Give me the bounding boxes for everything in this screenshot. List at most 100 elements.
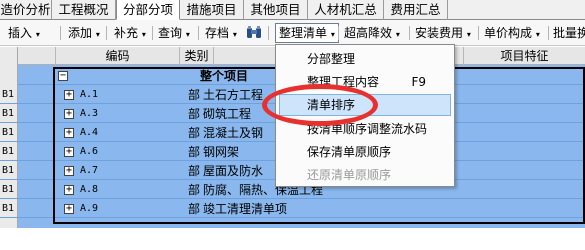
row-code: A.8 [80,184,99,195]
unit-composition-button[interactable]: 单价构成 ▾ [484,23,540,43]
row-id: B1 [2,184,15,195]
dropdown-arrow-icon: ▾ [141,30,146,39]
binoculars-icon[interactable] [246,25,262,40]
save-label: 存档 [205,26,230,40]
menu-item-list-sort[interactable]: 清单排序 [279,94,451,116]
organize-list-button[interactable]: 整理清单 ▾ [275,23,339,43]
add-label: 添加 [68,26,93,40]
menu-item-shortcut: F9 [411,75,426,89]
supplement-button[interactable]: 补充 ▾ [114,23,146,43]
tab-cost-analysis[interactable]: 造价分析 [0,0,52,20]
menu-item-adjust-serial[interactable]: 按清单顺序调整流水码 [276,118,454,140]
row-id: B1 [2,165,15,176]
row-id: B1 [2,146,15,157]
tab-bar: 造价分析 工程概况 分部分项 措施项目 其他项目 人材机汇总 费用汇总 [0,0,585,20]
code-column-header[interactable]: 编码 [56,47,180,65]
dropdown-arrow-icon: ▾ [395,30,400,39]
row-category: 部 [188,126,201,140]
row-code: A.4 [80,127,99,138]
tab-project-overview[interactable]: 工程概况 [52,0,116,20]
row-category: 部 [188,107,201,121]
plus-expand-icon[interactable]: + [64,185,74,195]
row-number-header [18,47,56,65]
separator [198,26,199,40]
tab-labor-material[interactable]: 人材机汇总 [308,0,384,20]
row-category: 部 [188,145,201,159]
menu-item-label: 还原清单原顺序 [307,168,392,182]
row-id: B1 [2,108,15,119]
root-row-name: 整个项目 [200,69,249,83]
separator [478,26,479,40]
tab-measures[interactable]: 措施项目 [180,0,244,20]
dropdown-arrow-icon: ▾ [466,30,471,39]
batch-replace-button[interactable]: 批量换 [553,23,585,43]
dropdown-arrow-icon: ▾ [185,30,190,39]
plus-expand-icon[interactable]: + [64,109,74,119]
dropdown-arrow-icon: ▾ [232,30,237,39]
plus-expand-icon[interactable]: + [64,128,74,138]
install-cost-button[interactable]: 安装费用 ▾ [415,23,471,43]
dropdown-arrow-icon: ▾ [35,30,40,39]
separator [409,26,410,40]
row-category: 部 [188,202,201,216]
elevated-reduction-button[interactable]: 超高降效 ▾ [344,23,400,43]
batch-replace-label: 批量换 [553,26,585,40]
dropdown-arrow-icon: ▾ [535,30,540,39]
bottom-area [0,228,585,250]
menu-item-label: 按清单顺序调整流水码 [307,122,428,136]
query-label: 查询 [158,26,183,40]
row-code: A.6 [80,146,99,157]
menu-item-label: 清单排序 [307,98,356,112]
query-button[interactable]: 查询 ▾ [158,23,190,43]
tab-other-items[interactable]: 其他项目 [244,0,308,20]
plus-expand-icon[interactable]: + [64,204,74,214]
unit-composition-label: 单价构成 [484,26,533,40]
insert-label: 插入 [8,26,33,40]
install-cost-label: 安装费用 [415,26,464,40]
row-name: 混凝土及钢 [203,126,264,140]
row-id: B1 [2,127,15,138]
separator [152,26,153,40]
separator [268,26,269,40]
category-column-header[interactable]: 类别 [180,47,214,65]
separator [106,26,107,40]
dropdown-arrow-icon: ▾ [95,30,100,39]
row-code: A.1 [80,89,99,100]
row-name: 钢网架 [203,145,240,159]
separator [60,26,61,40]
plus-expand-icon[interactable]: + [64,166,74,176]
menu-item-label: 整理工程内容 [307,75,380,89]
menu-item-label: 保存清单原顺序 [307,145,392,159]
minus-collapse-icon[interactable]: − [58,71,68,81]
dropdown-arrow-icon: ▾ [330,30,335,39]
menu-item-organize-content[interactable]: 整理工程内容 F9 [276,71,454,93]
row-category: 部 [188,183,201,197]
row-code: A.3 [80,108,99,119]
insert-button[interactable]: 插入 ▾ [8,23,40,43]
save-button[interactable]: 存档 ▾ [205,23,237,43]
row-id: B1 [2,203,15,214]
separator [548,26,549,40]
plus-expand-icon[interactable]: + [64,90,74,100]
menu-item-save-order[interactable]: 保存清单原顺序 [276,141,454,163]
plus-expand-icon[interactable]: + [64,147,74,157]
menu-item-label: 分部整理 [307,52,356,66]
row-name: 砌筑工程 [203,107,252,121]
tab-subdivision[interactable]: 分部分项 [116,0,180,20]
menu-item-section-organize[interactable]: 分部整理 [276,48,454,70]
row-name: 屋面及防水 [203,164,264,178]
row-name: 土石方工程 [203,88,264,102]
add-button[interactable]: 添加 ▾ [68,23,100,43]
tab-cost-summary[interactable]: 费用汇总 [384,0,448,20]
supplement-label: 补充 [114,26,139,40]
feature-column-header[interactable]: 项目特征 [464,47,585,65]
organize-list-label: 整理清单 [279,26,328,40]
row-category: 部 [188,88,201,102]
organize-list-menu: 分部整理 整理工程内容 F9 清单排序 按清单顺序调整流水码 保存清单原顺序 还原… [275,44,455,187]
row-name: 竣工清理清单项 [203,202,288,216]
elevated-reduction-label: 超高降效 [344,26,393,40]
table-row[interactable]: B1 + A.9 部竣工清理清单项 [0,200,585,218]
separator [338,26,339,40]
menu-item-restore-order: 还原清单原顺序 [276,164,454,186]
toolbar: 插入 ▾ 添加 ▾ 补充 ▾ 查询 ▾ 存档 ▾ 整理清单 ▾ 超高降效 ▾ 安… [0,20,585,46]
